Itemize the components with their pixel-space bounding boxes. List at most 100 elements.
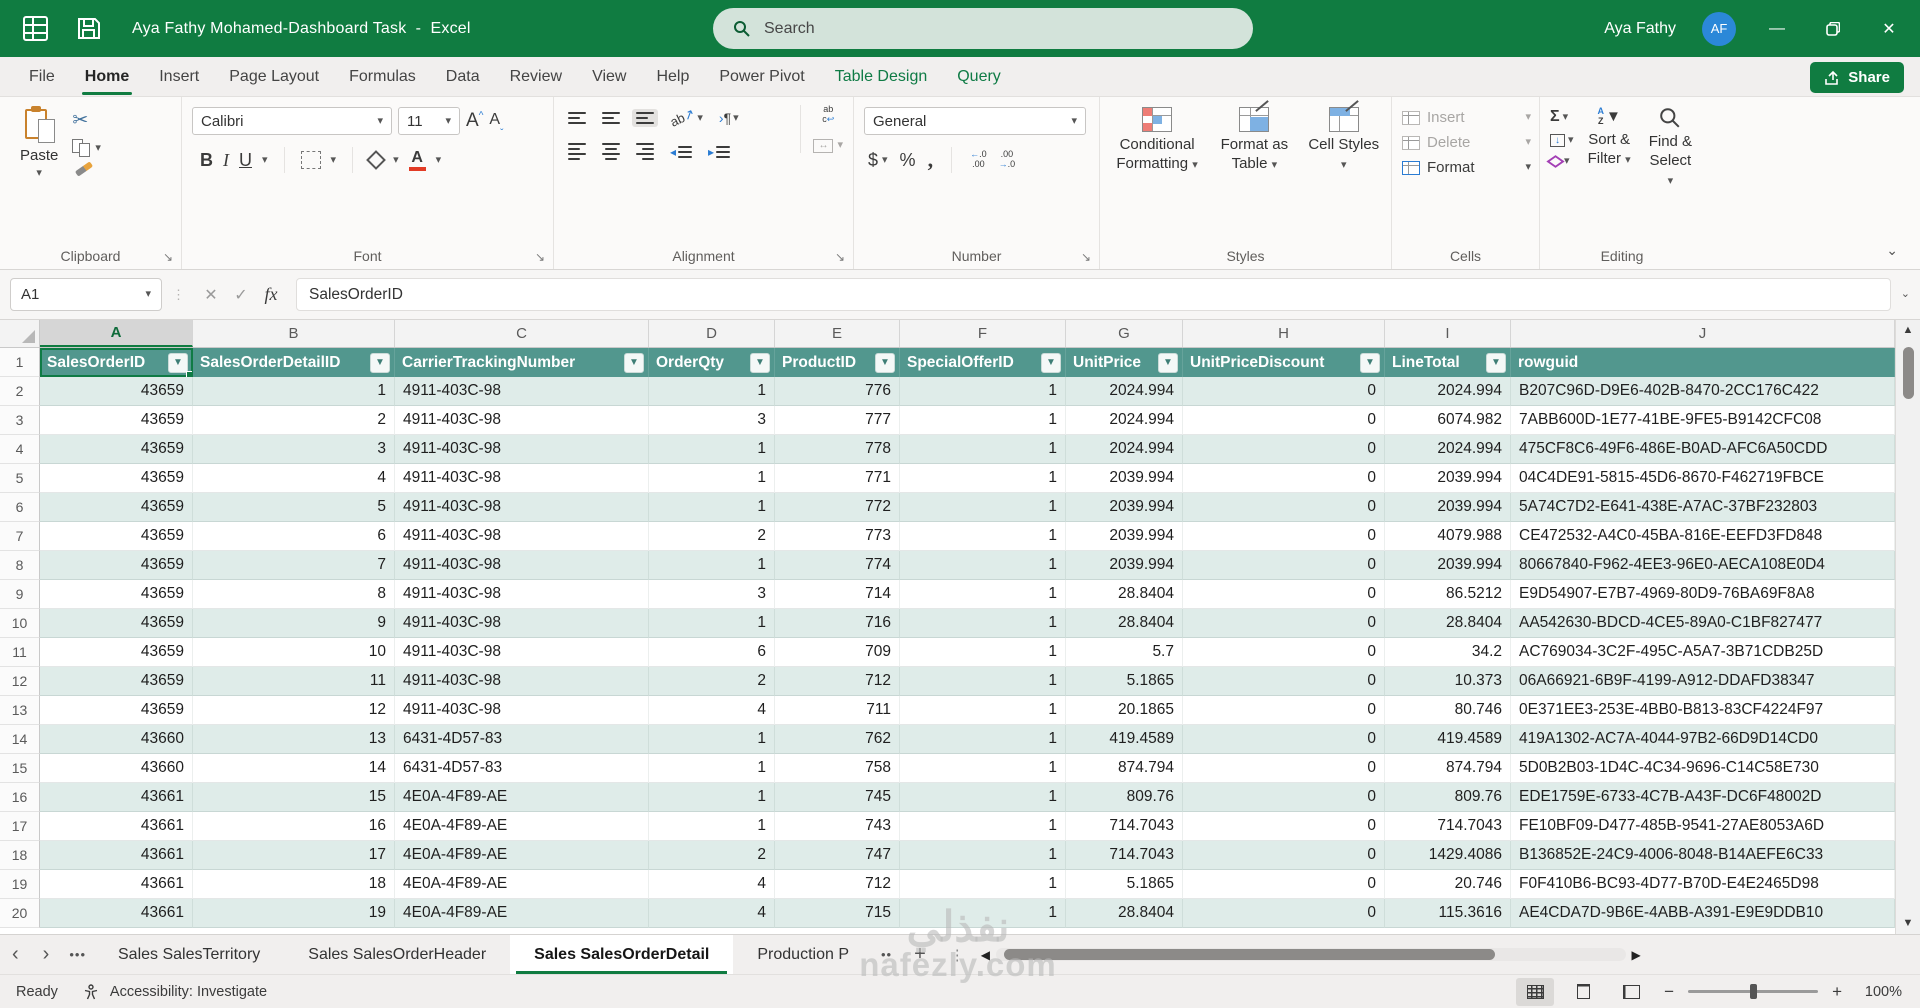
ribbon-tab-help[interactable]: Help	[641, 60, 704, 94]
filter-dropdown-icon[interactable]: ▼	[875, 353, 895, 373]
cell-B16[interactable]: 15	[193, 783, 395, 812]
cell-H16[interactable]: 0	[1183, 783, 1385, 812]
cell-C15[interactable]: 6431-4D57-83	[395, 754, 649, 783]
table-header-SalesOrderDetailID[interactable]: SalesOrderDetailID▼	[193, 348, 395, 377]
zoom-out-button[interactable]: −	[1660, 982, 1678, 1002]
restore-button[interactable]	[1818, 14, 1848, 44]
cell-H8[interactable]: 0	[1183, 551, 1385, 580]
cell-H17[interactable]: 0	[1183, 812, 1385, 841]
cell-D18[interactable]: 2	[649, 841, 775, 870]
cell-C10[interactable]: 4911-403C-98	[395, 609, 649, 638]
cell-H5[interactable]: 0	[1183, 464, 1385, 493]
ribbon-tab-table-design[interactable]: Table Design	[820, 60, 943, 94]
share-button[interactable]: Share	[1810, 62, 1904, 93]
name-box-splitter[interactable]: ⋮	[172, 287, 186, 303]
avatar[interactable]: AF	[1702, 12, 1736, 46]
cell-C19[interactable]: 4E0A-4F89-AE	[395, 870, 649, 899]
cell-I7[interactable]: 4079.988	[1385, 522, 1511, 551]
cell-A6[interactable]: 43659	[40, 493, 193, 522]
cell-G4[interactable]: 2024.994	[1066, 435, 1183, 464]
cell-J17[interactable]: FE10BF09-D477-485B-9541-27AE8053A6D	[1511, 812, 1895, 841]
cell-B3[interactable]: 2	[193, 406, 395, 435]
cell-A9[interactable]: 43659	[40, 580, 193, 609]
cell-G3[interactable]: 2024.994	[1066, 406, 1183, 435]
cell-I3[interactable]: 6074.982	[1385, 406, 1511, 435]
cell-H9[interactable]: 0	[1183, 580, 1385, 609]
cell-J5[interactable]: 04C4DE91-5815-45D6-8670-F462719FBCE	[1511, 464, 1895, 493]
zoom-slider-thumb[interactable]	[1750, 984, 1757, 999]
cell-C4[interactable]: 4911-403C-98	[395, 435, 649, 464]
clipboard-dialog-launcher[interactable]: ↘	[163, 250, 173, 264]
cell-B9[interactable]: 8	[193, 580, 395, 609]
cell-styles-button[interactable]: Cell Styles ▾	[1305, 107, 1384, 243]
conditional-formatting-button[interactable]: Conditional Formatting ▾	[1110, 107, 1204, 243]
cell-C11[interactable]: 4911-403C-98	[395, 638, 649, 667]
cell-E16[interactable]: 745	[775, 783, 900, 812]
column-header-J[interactable]: J	[1511, 320, 1895, 347]
cell-F4[interactable]: 1	[900, 435, 1066, 464]
row-number-12[interactable]: 12	[0, 667, 40, 696]
row-number-18[interactable]: 18	[0, 841, 40, 870]
cell-J6[interactable]: 5A74C7D2-E641-438E-A7AC-37BF232803	[1511, 493, 1895, 522]
name-box[interactable]: A1▾	[10, 278, 162, 311]
table-header-UnitPriceDiscount[interactable]: UnitPriceDiscount▼	[1183, 348, 1385, 377]
filter-dropdown-icon[interactable]: ▼	[1041, 353, 1061, 373]
cell-I11[interactable]: 34.2	[1385, 638, 1511, 667]
cell-F6[interactable]: 1	[900, 493, 1066, 522]
cell-A10[interactable]: 43659	[40, 609, 193, 638]
cell-A18[interactable]: 43661	[40, 841, 193, 870]
cell-D5[interactable]: 1	[649, 464, 775, 493]
formula-input[interactable]: SalesOrderID	[296, 278, 1891, 311]
cell-H11[interactable]: 0	[1183, 638, 1385, 667]
ribbon-tab-view[interactable]: View	[577, 60, 641, 94]
cell-G18[interactable]: 714.7043	[1066, 841, 1183, 870]
cell-J8[interactable]: 80667840-F962-4EE3-96E0-AECA108E0D4	[1511, 551, 1895, 580]
scroll-left-icon[interactable]: ◀	[981, 948, 990, 962]
currency-format-button[interactable]: $	[868, 150, 878, 171]
vertical-scrollbar[interactable]: ▲ ▼	[1895, 320, 1920, 934]
search-input[interactable]: Search	[713, 8, 1253, 49]
fill-button[interactable]: ↓▾	[1550, 134, 1574, 147]
cut-icon[interactable]: ✂	[72, 111, 101, 130]
cell-H4[interactable]: 0	[1183, 435, 1385, 464]
decrease-decimal-button[interactable]: .00→.0	[999, 150, 1016, 170]
ribbon-tab-insert[interactable]: Insert	[144, 60, 214, 94]
scroll-down-icon[interactable]: ▼	[1903, 913, 1914, 934]
row-number-8[interactable]: 8	[0, 551, 40, 580]
cell-G14[interactable]: 419.4589	[1066, 725, 1183, 754]
filter-dropdown-icon[interactable]: ▼	[1486, 353, 1506, 373]
align-top-button[interactable]	[564, 109, 590, 127]
cell-B13[interactable]: 12	[193, 696, 395, 725]
borders-button[interactable]	[301, 151, 321, 169]
filter-dropdown-icon[interactable]: ▼	[1360, 353, 1380, 373]
cell-J20[interactable]: AE4CDA7D-9B6E-4ABB-A391-E9E9DDB10	[1511, 899, 1895, 928]
cell-B19[interactable]: 18	[193, 870, 395, 899]
cell-D6[interactable]: 1	[649, 493, 775, 522]
cell-G15[interactable]: 874.794	[1066, 754, 1183, 783]
cell-C16[interactable]: 4E0A-4F89-AE	[395, 783, 649, 812]
cell-F15[interactable]: 1	[900, 754, 1066, 783]
cell-F10[interactable]: 1	[900, 609, 1066, 638]
align-middle-button[interactable]	[598, 109, 624, 127]
cell-G20[interactable]: 28.8404	[1066, 899, 1183, 928]
cell-C8[interactable]: 4911-403C-98	[395, 551, 649, 580]
cell-G6[interactable]: 2039.994	[1066, 493, 1183, 522]
fill-handle[interactable]	[186, 371, 193, 377]
font-color-button[interactable]: A	[409, 150, 426, 171]
cell-H15[interactable]: 0	[1183, 754, 1385, 783]
filter-dropdown-icon[interactable]: ▼	[168, 353, 188, 373]
cell-B12[interactable]: 11	[193, 667, 395, 696]
cell-C17[interactable]: 4E0A-4F89-AE	[395, 812, 649, 841]
cell-C7[interactable]: 4911-403C-98	[395, 522, 649, 551]
zoom-level[interactable]: 100%	[1856, 984, 1902, 1000]
cell-B6[interactable]: 5	[193, 493, 395, 522]
close-button[interactable]: ✕	[1874, 14, 1904, 44]
cell-F19[interactable]: 1	[900, 870, 1066, 899]
row-number-4[interactable]: 4	[0, 435, 40, 464]
filter-dropdown-icon[interactable]: ▼	[1158, 353, 1178, 373]
cell-D13[interactable]: 4	[649, 696, 775, 725]
more-sheets-icon[interactable]: ••	[881, 947, 892, 962]
wrap-text-button[interactable]: abc↩	[822, 105, 834, 125]
next-sheet-icon[interactable]: ›	[31, 943, 62, 966]
row-number-16[interactable]: 16	[0, 783, 40, 812]
